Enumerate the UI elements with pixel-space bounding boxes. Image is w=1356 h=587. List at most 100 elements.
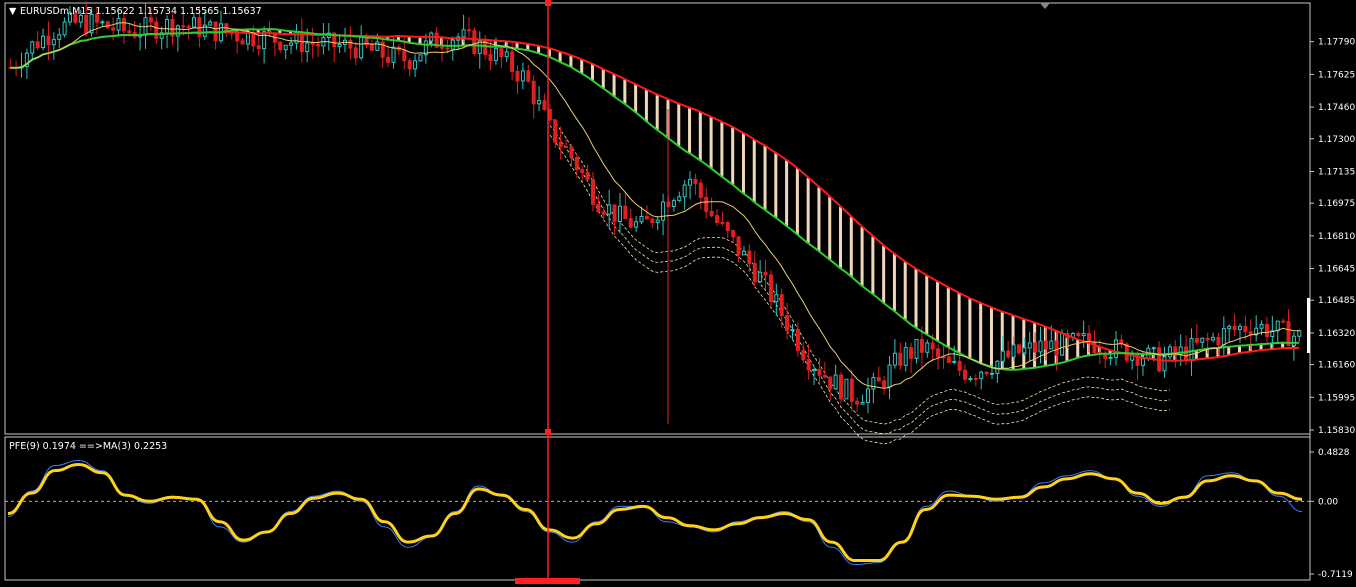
candle-body (445, 47, 450, 50)
candle-body (839, 374, 844, 400)
candle-body (903, 347, 908, 366)
candle-body (537, 100, 542, 105)
candle-body (116, 18, 121, 31)
cloud-bar (731, 127, 735, 186)
candle-body (644, 216, 649, 220)
candle-body (677, 196, 682, 202)
candle-body (741, 250, 746, 256)
candle-body (1108, 356, 1113, 359)
candle-body (310, 42, 315, 45)
main-chart-title: EURUSDm,M15 1.15622 1.15734 1.15565 1.15… (20, 6, 262, 17)
candle-body (1043, 340, 1048, 350)
vertical-line-handle-mid[interactable] (545, 429, 551, 435)
candle-body (1297, 330, 1302, 337)
cloud-bar (590, 64, 594, 82)
candle-body (909, 347, 914, 359)
pfe-indicator-pane[interactable] (4, 436, 1311, 581)
candle-body (752, 262, 757, 283)
cloud-bar (882, 245, 886, 304)
candle-body (1092, 341, 1097, 353)
candle-body (499, 48, 504, 58)
candle-body (558, 141, 563, 148)
cloud-bar (914, 268, 918, 329)
time-scroll-marker[interactable] (515, 578, 580, 584)
candle-body (1237, 326, 1242, 330)
candle-body (256, 45, 261, 50)
candle-body (693, 178, 698, 184)
candle-body (105, 21, 110, 29)
cloud-bar (795, 168, 799, 235)
cloud-bar (774, 153, 778, 219)
price-chart-svg[interactable]: 1.17790 1.17625 1.17460 1.17300 1.17135 1.169… (0, 0, 1356, 584)
candle-body (801, 349, 806, 361)
cloud-bar (871, 236, 875, 295)
candle-body (715, 215, 720, 223)
candle-body (1281, 320, 1286, 323)
candle-body (785, 314, 790, 331)
candle-body (1211, 336, 1216, 341)
candle-body (736, 236, 741, 256)
candle-body (1189, 338, 1194, 362)
candle-body (817, 369, 822, 376)
candle-body (806, 359, 811, 371)
candle-body (1232, 325, 1237, 330)
candle-body (440, 46, 445, 49)
candle-body (316, 43, 321, 47)
cloud-bar (752, 139, 756, 203)
cloud-bar (1022, 319, 1026, 369)
candle-body (580, 169, 585, 174)
candle-body (936, 348, 941, 358)
candle-body (418, 54, 423, 62)
candle-body (731, 230, 736, 238)
candle-body (704, 196, 709, 212)
candle-body (41, 35, 46, 49)
candle-body (865, 388, 870, 403)
cloud-bar (580, 59, 584, 74)
candle-body (639, 216, 644, 223)
candle-body (698, 182, 703, 198)
candle-body (1194, 338, 1199, 343)
candle-body (121, 18, 126, 32)
candle-body (526, 70, 531, 82)
candle-body (520, 70, 525, 82)
cloud-bar (623, 79, 627, 105)
candle-body (1076, 333, 1081, 336)
candle-body (925, 342, 930, 353)
candle-body (1011, 344, 1016, 358)
chart-window: 1.17790 1.17625 1.17460 1.17300 1.17135 1.169… (0, 0, 1356, 584)
candle-body (504, 51, 509, 58)
candle-body (979, 371, 984, 380)
candle-body (1259, 323, 1264, 329)
candle-body (763, 271, 768, 276)
candle-body (1049, 340, 1054, 350)
candle-body (186, 25, 191, 28)
candle-body (1184, 346, 1189, 362)
candle-body (946, 356, 951, 363)
candle-body (466, 29, 471, 32)
candle-body (181, 25, 186, 28)
candle-body (590, 178, 595, 205)
candle-body (1033, 342, 1038, 353)
chart-menu-arrow-icon[interactable]: ▼ (9, 6, 17, 17)
candle-body (855, 400, 860, 405)
price-tick-label: 1.17300 (1318, 135, 1355, 145)
candle-body (725, 222, 730, 232)
candle-body (461, 29, 466, 38)
candle-body (375, 41, 380, 51)
candle-body (828, 376, 833, 390)
pfe-axis: 0.4828 0.00 -0.7119 (1310, 448, 1353, 580)
candle-body (175, 25, 180, 37)
candle-body (337, 43, 342, 48)
candle-body (51, 38, 56, 46)
candle-body (758, 271, 763, 283)
candle-body (860, 401, 865, 405)
vertical-line-handle-top[interactable] (545, 0, 551, 6)
cloud-bar (979, 303, 983, 364)
candle-body (671, 200, 676, 207)
candle-body (542, 100, 547, 110)
price-tick-label: 1.15830 (1318, 426, 1355, 436)
candle-body (601, 211, 606, 215)
cloud-bar (709, 116, 713, 169)
candle-body (709, 210, 714, 217)
candle-body (957, 360, 962, 371)
